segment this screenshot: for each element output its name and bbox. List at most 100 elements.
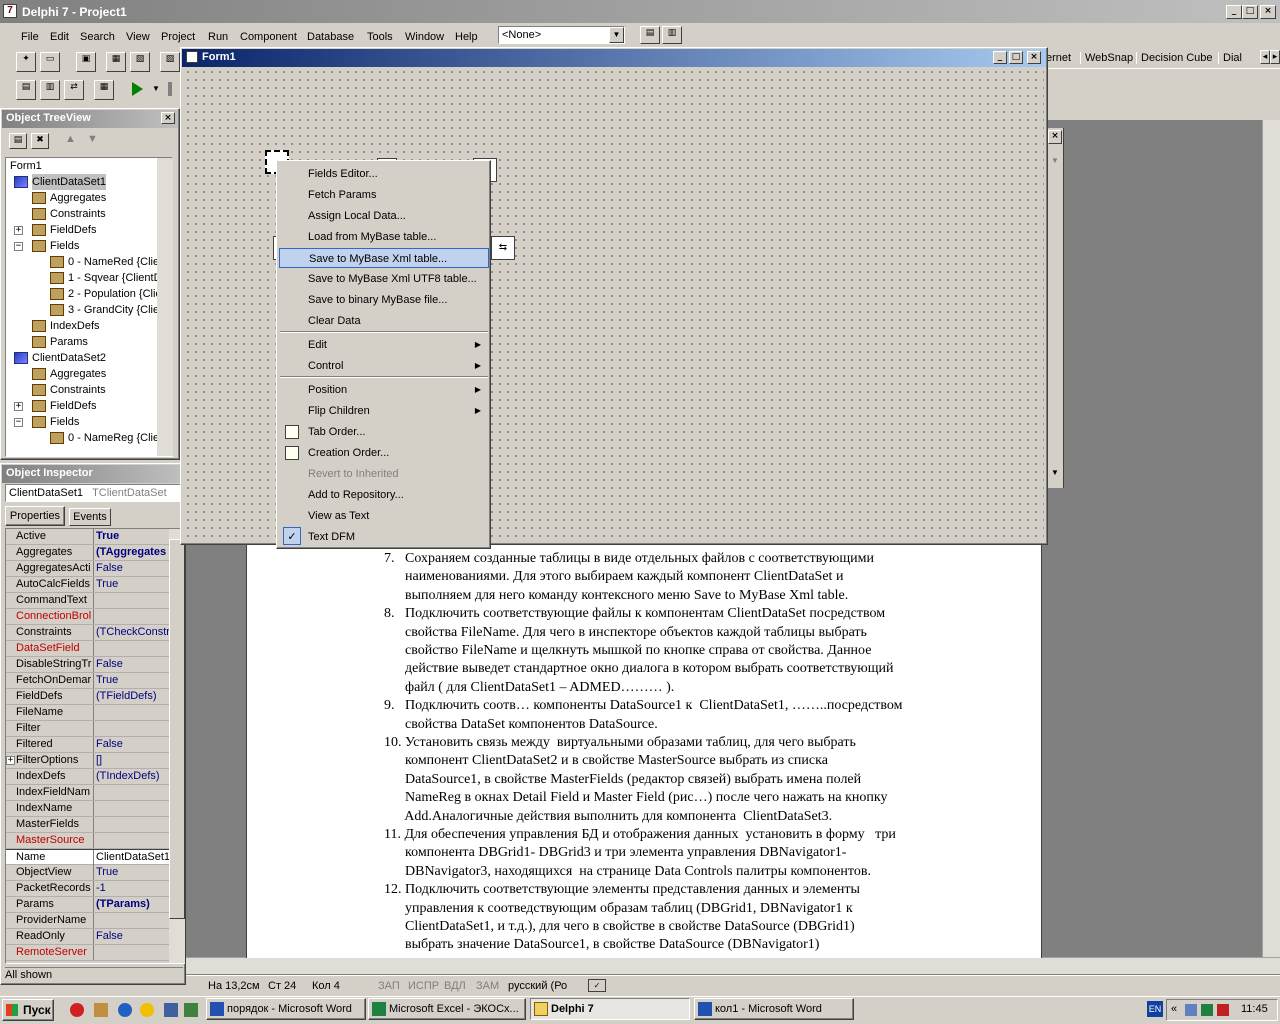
property-value[interactable]: True: [93, 673, 169, 688]
open-project-icon[interactable]: ▧: [130, 52, 150, 72]
inspector-vscroll[interactable]: [169, 529, 185, 963]
property-row[interactable]: IndexName: [6, 801, 170, 817]
menu-item-load-from-mybase[interactable]: Load from MyBase table...: [279, 227, 489, 247]
quicklaunch-opera-icon[interactable]: [70, 1003, 84, 1017]
property-value[interactable]: True: [93, 529, 169, 544]
pause-icon[interactable]: [168, 82, 172, 96]
property-row[interactable]: AutoCalcFields True: [6, 577, 170, 593]
menu-project[interactable]: Project: [161, 27, 195, 47]
tray-network-icon[interactable]: [1185, 1004, 1197, 1016]
treeview-close-button[interactable]: ×: [161, 112, 175, 124]
property-value[interactable]: [93, 609, 169, 624]
status-mode-ext[interactable]: ВДЛ: [444, 977, 466, 995]
form1-minimize-button[interactable]: _: [993, 51, 1007, 64]
property-row[interactable]: MasterFields: [6, 817, 170, 833]
add-file-icon[interactable]: ▨: [160, 52, 180, 72]
new-icon[interactable]: ✦: [16, 52, 36, 72]
spellcheck-icon[interactable]: ✓: [588, 979, 606, 992]
language-indicator[interactable]: EN: [1147, 1001, 1163, 1017]
form1-maximize-button[interactable]: □: [1009, 51, 1023, 64]
quicklaunch-desktop-icon[interactable]: [164, 1003, 178, 1017]
task-delphi[interactable]: Delphi 7: [530, 998, 690, 1020]
palette-scroll-left-icon[interactable]: ◂: [1260, 50, 1270, 64]
menu-item-view-as-text[interactable]: View as Text: [279, 506, 489, 526]
menu-item-edit-submenu[interactable]: Edit ▶: [279, 335, 489, 355]
property-row[interactable]: ProviderName: [6, 913, 170, 929]
treeview-list[interactable]: Form1 ClientDataSet1 Aggregates Constraints…: [5, 157, 173, 457]
menu-item-control-submenu[interactable]: Control ▶: [279, 356, 489, 376]
menu-item-clear-data[interactable]: Clear Data: [279, 311, 489, 331]
property-row[interactable]: FileName: [6, 705, 170, 721]
tree-delete-item-icon[interactable]: ✖: [31, 133, 49, 149]
menu-view[interactable]: View: [126, 27, 150, 47]
tree-new-item-icon[interactable]: ▤: [9, 133, 27, 149]
menu-item-assign-local-data[interactable]: Assign Local Data...: [279, 206, 489, 226]
expand-icon[interactable]: +: [14, 226, 23, 235]
menu-item-flip-children-submenu[interactable]: Flip Children ▶: [279, 401, 489, 421]
word-vscroll[interactable]: [1262, 120, 1280, 958]
save-all-icon[interactable]: ▦: [106, 52, 126, 72]
quicklaunch-edit-icon[interactable]: [94, 1003, 108, 1017]
view-unit-icon[interactable]: ▤: [16, 80, 36, 100]
property-value[interactable]: (TFieldDefs): [93, 689, 169, 704]
save-icon[interactable]: ▣: [76, 52, 96, 72]
tray-expand-icon[interactable]: «: [1171, 1003, 1177, 1015]
open-icon[interactable]: ▭: [40, 52, 60, 72]
property-row[interactable]: AggregatesActi False: [6, 561, 170, 577]
tree-move-up-icon[interactable]: ▲: [65, 133, 76, 145]
menu-item-position-submenu[interactable]: Position ▶: [279, 380, 489, 400]
property-value[interactable]: [93, 945, 169, 960]
close-button[interactable]: ×: [1260, 5, 1276, 19]
property-row[interactable]: DataSetField: [6, 641, 170, 657]
property-value[interactable]: []: [93, 753, 169, 768]
task-word-kol1[interactable]: кол1 - Microsoft Word: [694, 998, 854, 1020]
menu-search[interactable]: Search: [80, 27, 115, 47]
menu-help[interactable]: Help: [455, 27, 478, 47]
property-value[interactable]: [93, 593, 169, 608]
property-value[interactable]: -1: [93, 881, 169, 896]
menu-item-save-to-binary-mybase[interactable]: Save to binary MyBase file...: [279, 290, 489, 310]
property-row[interactable]: Filtered False: [6, 737, 170, 753]
status-mode-ovr[interactable]: ЗАМ: [476, 977, 499, 995]
palette-tab-dialogs[interactable]: Dial: [1218, 52, 1258, 64]
property-row[interactable]: Active True: [6, 529, 170, 545]
start-button[interactable]: Пуск: [2, 999, 54, 1021]
inspector-scroll-thumb[interactable]: [169, 539, 185, 919]
property-row[interactable]: Filter: [6, 721, 170, 737]
menu-item-add-to-repository[interactable]: Add to Repository...: [279, 485, 489, 505]
property-row[interactable]: Constraints (TCheckConstra: [6, 625, 170, 641]
run-dropdown-icon[interactable]: ▼: [152, 84, 160, 93]
menu-item-save-to-mybase-xml[interactable]: Save to MyBase Xml table...: [279, 248, 489, 268]
property-value[interactable]: ClientDataSet1: [93, 850, 169, 865]
tab-events[interactable]: Events: [69, 508, 111, 526]
property-value[interactable]: False: [93, 929, 169, 944]
property-row[interactable]: FilterOptions [] +: [6, 753, 170, 769]
property-value[interactable]: (TParams): [93, 897, 169, 912]
menu-item-fetch-params[interactable]: Fetch Params: [279, 185, 489, 205]
property-row[interactable]: ObjectView True: [6, 865, 170, 881]
palette-scroll-right-icon[interactable]: ▸: [1270, 50, 1280, 64]
status-mode-trk[interactable]: ИСПР: [408, 977, 439, 995]
menu-item-save-to-mybase-xml-utf8[interactable]: Save to MyBase Xml UTF8 table...: [279, 269, 489, 289]
property-row[interactable]: ConnectionBrol: [6, 609, 170, 625]
set-debug-desktop-button[interactable]: ▥: [662, 26, 682, 44]
property-value[interactable]: [93, 913, 169, 928]
expand-icon[interactable]: +: [14, 402, 23, 411]
desktop-combo[interactable]: <None> ▼: [498, 26, 625, 44]
menu-item-text-dfm[interactable]: Text DFM ✓: [279, 527, 489, 547]
editor-close-button[interactable]: ×: [1048, 130, 1062, 144]
palette-tab-decision-cube[interactable]: Decision Cube: [1136, 52, 1213, 64]
treeview-vscroll[interactable]: [157, 158, 173, 456]
property-row[interactable]: IndexDefs (TIndexDefs): [6, 769, 170, 785]
property-row[interactable]: IndexFieldNam: [6, 785, 170, 801]
property-row[interactable]: MasterSource: [6, 833, 170, 849]
property-value[interactable]: [93, 641, 169, 656]
task-word-poryadok[interactable]: порядок - Microsoft Word: [206, 998, 366, 1020]
tree-move-down-icon[interactable]: ▼: [87, 133, 98, 145]
menu-run[interactable]: Run: [208, 27, 228, 47]
property-value[interactable]: False: [93, 561, 169, 576]
menu-component[interactable]: Component: [240, 27, 297, 47]
property-value[interactable]: [93, 801, 169, 816]
tray-volume-icon[interactable]: [1201, 1004, 1213, 1016]
menu-tools[interactable]: Tools: [367, 27, 393, 47]
